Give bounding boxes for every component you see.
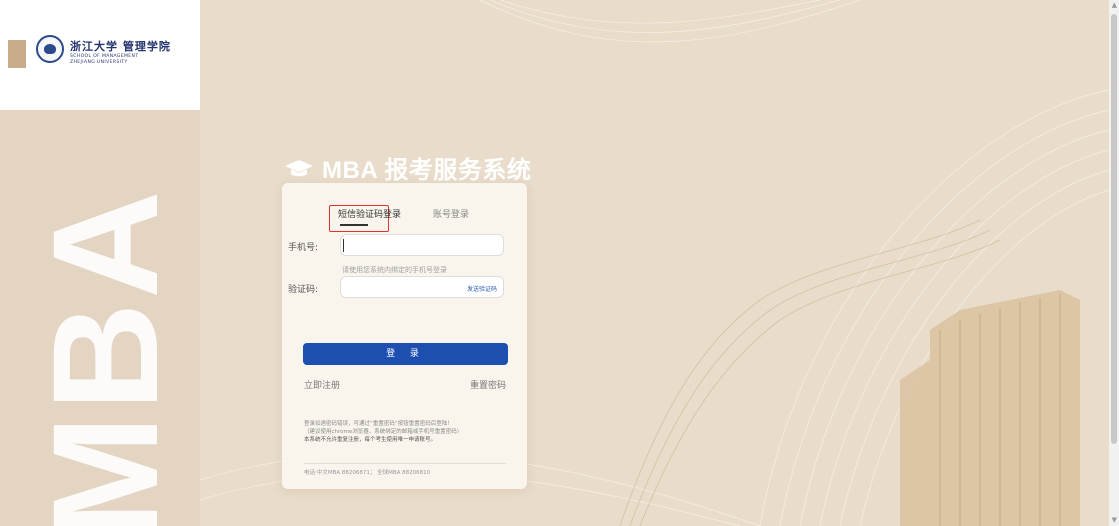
reset-password-link[interactable]: 重置密码	[470, 378, 506, 391]
scroll-down-arrow-icon[interactable]: ▼	[1112, 517, 1117, 524]
tab-account-login[interactable]: 账号登录	[433, 207, 469, 220]
school-logo[interactable]: 浙江大学 管理学院 SCHOOL OF MANAGEMENT ZHEJIANG …	[70, 38, 171, 66]
scroll-thumb[interactable]	[1111, 14, 1117, 444]
register-link[interactable]: 立即注册	[304, 378, 340, 391]
logo-chinese-name: 浙江大学 管理学院	[70, 40, 171, 53]
code-label: 验证码:	[288, 285, 319, 295]
phone-hint: 请使用您系统内绑定的手机号登录	[342, 266, 447, 274]
verification-code-input[interactable]: 发送验证码	[340, 276, 504, 298]
login-tabs: 短信验证码登录 账号登录	[282, 205, 527, 232]
tab-sms-login[interactable]: 短信验证码登录	[338, 207, 401, 220]
login-notice: 登录如遇密码错误，可通过“重置密码”按钮重置密码后登陆！ （建议使用chrome…	[304, 420, 512, 444]
system-title: MBA 报考服务系统	[284, 150, 531, 185]
active-tab-indicator	[340, 224, 368, 226]
send-code-button[interactable]: 发送验证码	[467, 284, 497, 293]
phone-label: 手机号:	[288, 243, 319, 253]
notice-line: 登录如遇密码错误，可通过“重置密码”按钮重置密码后登陆！	[304, 421, 453, 427]
graduation-cap-icon	[285, 159, 313, 176]
notice-line: 本系统不允许重复注册，每个考生使用唯一申请账号。	[304, 437, 437, 443]
notice-line: （建议使用chrome浏览器，系统绑定的邮箱或手机号重置密码）	[304, 429, 463, 435]
university-emblem-icon	[36, 35, 64, 63]
login-card: 短信验证码登录 账号登录 手机号: 请使用您系统内绑定的手机号登录 验证码: 发…	[282, 183, 527, 489]
system-title-text: MBA 报考服务系统	[322, 157, 532, 184]
divider	[304, 463, 506, 464]
phone-input[interactable]	[340, 234, 504, 256]
logo-english-line-2: ZHEJIANG UNIVERSITY	[70, 60, 128, 65]
contact-info: 电话:中文MBA 88206871； 全球MBA 88206810	[304, 470, 431, 476]
left-brand-panel: 浙江大学 管理学院 SCHOOL OF MANAGEMENT ZHEJIANG …	[0, 0, 200, 526]
login-button[interactable]: 登 录	[303, 343, 508, 365]
mba-side-text: MBA	[21, 186, 189, 526]
text-caret	[343, 239, 344, 252]
page-scrollbar[interactable]: ▲ ▼	[1109, 0, 1119, 526]
scroll-up-arrow-icon[interactable]: ▲	[1112, 2, 1117, 9]
brand-color-block	[8, 40, 26, 68]
brand-header-strip: 浙江大学 管理学院 SCHOOL OF MANAGEMENT ZHEJIANG …	[0, 0, 200, 110]
